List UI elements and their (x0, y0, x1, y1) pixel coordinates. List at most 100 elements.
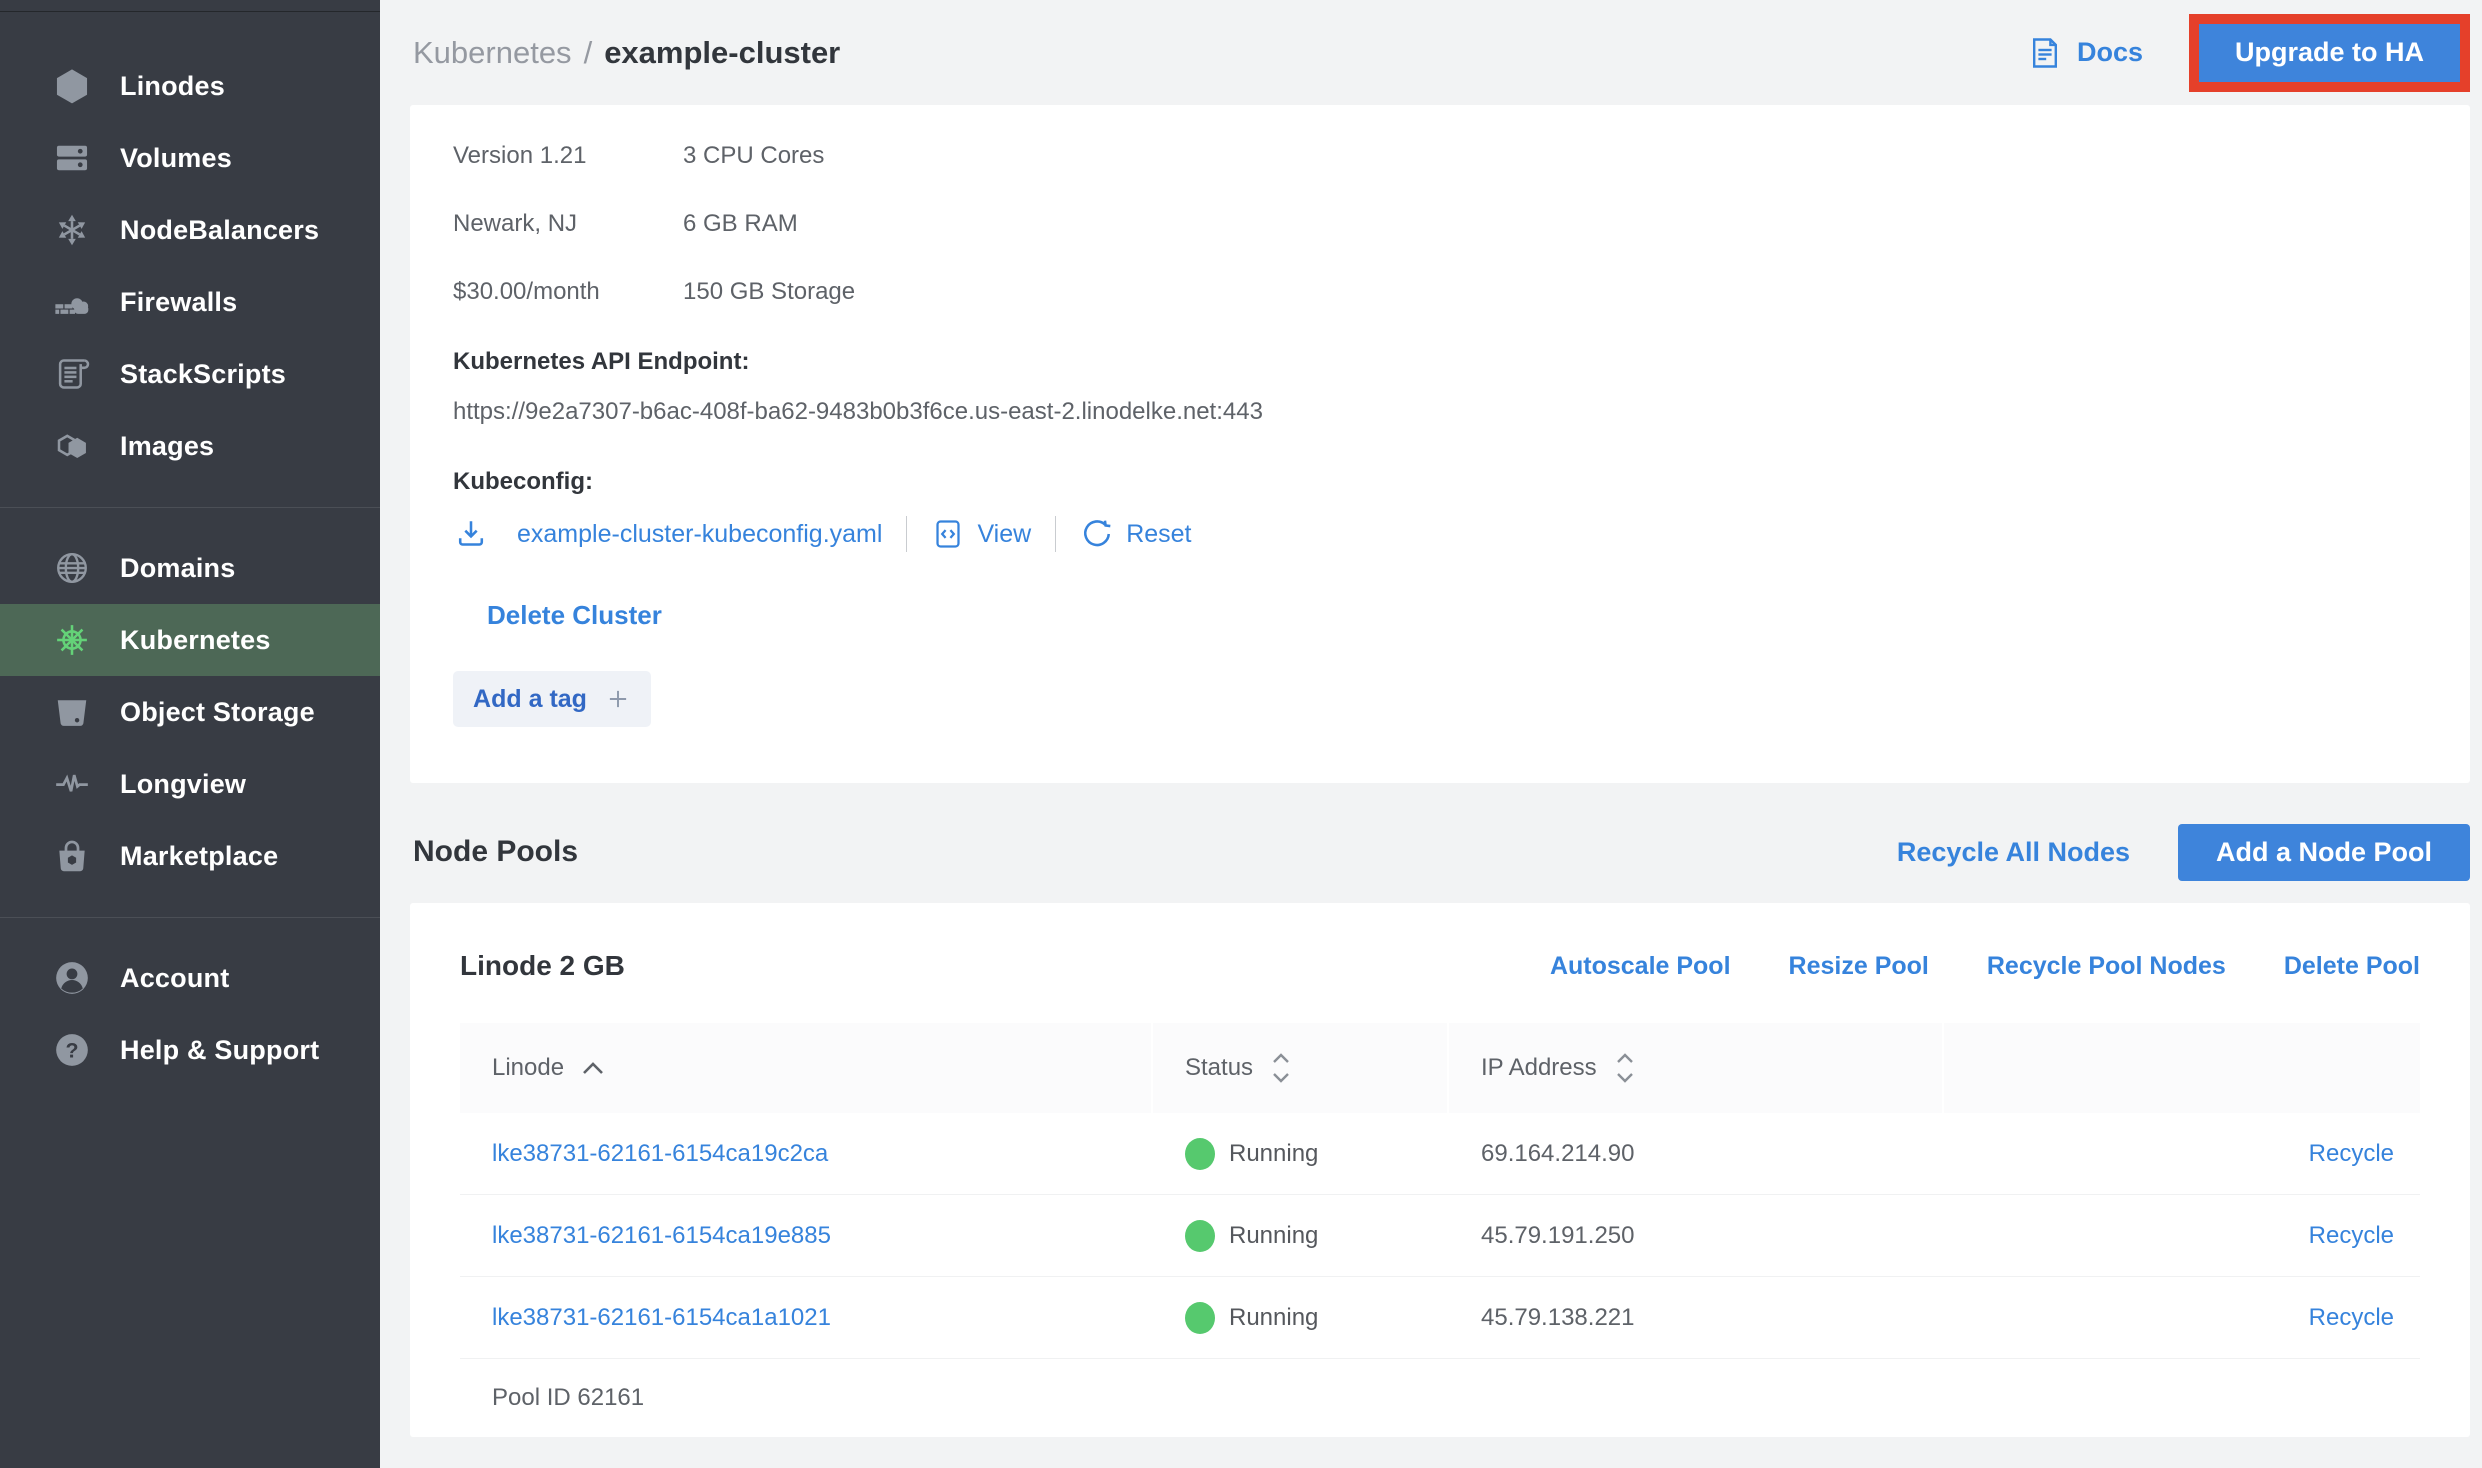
node-ip: 45.79.138.221 (1449, 1304, 1944, 1332)
pool-name: Linode 2 GB (460, 950, 625, 982)
status-running-dot (1185, 1302, 1215, 1334)
recycle-node-link[interactable]: Recycle (2309, 1222, 2394, 1250)
kubeconfig-filename: example-cluster-kubeconfig.yaml (517, 520, 882, 549)
sidebar-item-label: Domains (120, 553, 235, 584)
volumes-icon (52, 138, 92, 178)
images-icon (52, 426, 92, 466)
column-header-linode[interactable]: Linode (460, 1023, 1153, 1113)
sidebar-item-label: Images (120, 431, 214, 462)
node-pools-header: Node Pools Recycle All Nodes Add a Node … (380, 823, 2482, 881)
sidebar-item-firewalls[interactable]: Firewalls (0, 266, 380, 338)
kubernetes-icon (52, 620, 92, 660)
sort-ascending-icon (580, 1060, 606, 1076)
status-label: Running (1229, 1304, 1318, 1332)
sidebar-item-domains[interactable]: Domains (0, 532, 380, 604)
add-tag-label: Add a tag (473, 685, 587, 714)
cluster-cpu: 3 CPU Cores (683, 141, 1053, 170)
api-endpoint-url: https://9e2a7307-b6ac-408f-ba62-9483b0b3… (453, 398, 2427, 426)
table-row: lke38731-62161-6154ca19e885 Running 45.7… (460, 1195, 2420, 1277)
sidebar-item-label: StackScripts (120, 359, 286, 390)
recycle-node-link[interactable]: Recycle (2309, 1304, 2394, 1332)
reset-label: Reset (1126, 520, 1191, 549)
docs-link[interactable]: Docs (2027, 35, 2143, 71)
recycle-all-nodes-link[interactable]: Recycle All Nodes (1897, 837, 2130, 868)
account-icon (52, 958, 92, 998)
code-view-icon (931, 517, 965, 551)
linode-icon (52, 66, 92, 106)
node-ip: 45.79.191.250 (1449, 1222, 1944, 1250)
status-running-dot (1185, 1220, 1215, 1252)
column-header-status[interactable]: Status (1153, 1023, 1449, 1113)
firewalls-icon (52, 282, 92, 322)
cluster-storage: 150 GB Storage (683, 277, 1053, 306)
node-pools-title: Node Pools (413, 835, 578, 869)
bucket-icon (52, 692, 92, 732)
node-link[interactable]: lke38731-62161-6154ca1a1021 (492, 1304, 831, 1332)
sidebar-item-nodebalancers[interactable]: NodeBalancers (0, 194, 380, 266)
cluster-specs: Version 1.21 3 CPU Cores Newark, NJ 6 GB… (453, 141, 1053, 306)
sidebar-divider (0, 892, 380, 942)
column-label: IP Address (1481, 1054, 1597, 1082)
sidebar: Linodes Volumes (0, 0, 380, 1468)
column-label: Linode (492, 1054, 564, 1082)
column-label: Status (1185, 1054, 1253, 1082)
api-endpoint-label: Kubernetes API Endpoint: (453, 348, 2427, 376)
column-header-ip-address[interactable]: IP Address (1449, 1023, 1944, 1113)
node-link[interactable]: lke38731-62161-6154ca19c2ca (492, 1140, 828, 1168)
svg-text:?: ? (65, 1039, 78, 1063)
sidebar-item-object-storage[interactable]: Object Storage (0, 676, 380, 748)
kubeconfig-reset-link[interactable]: Reset (1080, 517, 1191, 551)
sidebar-item-label: Marketplace (120, 841, 278, 872)
cluster-summary-card: Version 1.21 3 CPU Cores Newark, NJ 6 GB… (410, 105, 2470, 783)
sidebar-top-strip (0, 0, 380, 12)
delete-pool-link[interactable]: Delete Pool (2284, 952, 2420, 981)
sidebar-item-label: Help & Support (120, 1035, 319, 1066)
breadcrumb-cluster-name: example-cluster (604, 35, 840, 71)
kubeconfig-view-link[interactable]: View (931, 517, 1031, 551)
add-tag-button[interactable]: Add a tag (453, 671, 651, 727)
sidebar-item-images[interactable]: Images (0, 410, 380, 482)
recycle-node-link[interactable]: Recycle (2309, 1140, 2394, 1168)
breadcrumb-separator: / (584, 35, 593, 71)
status-label: Running (1229, 1140, 1318, 1168)
sidebar-item-stackscripts[interactable]: StackScripts (0, 338, 380, 410)
pool-table-header: Linode Status IP Address (460, 1023, 2420, 1113)
sidebar-divider (0, 482, 380, 532)
delete-cluster-button[interactable]: Delete Cluster (487, 600, 662, 631)
kubeconfig-download-link[interactable]: example-cluster-kubeconfig.yaml (453, 516, 882, 552)
resize-pool-link[interactable]: Resize Pool (1789, 952, 1929, 981)
sidebar-item-volumes[interactable]: Volumes (0, 122, 380, 194)
autoscale-pool-link[interactable]: Autoscale Pool (1550, 952, 1731, 981)
table-row: lke38731-62161-6154ca19c2ca Running 69.1… (460, 1113, 2420, 1195)
upgrade-highlight-border: Upgrade to HA (2189, 14, 2470, 92)
breadcrumb-kubernetes-link[interactable]: Kubernetes (413, 35, 572, 71)
table-row: lke38731-62161-6154ca1a1021 Running 45.7… (460, 1277, 2420, 1359)
pulse-icon (52, 764, 92, 804)
main-content: Kubernetes / example-cluster Docs Upgrad… (380, 0, 2482, 1468)
shopping-bag-icon (52, 836, 92, 876)
question-icon: ? (52, 1030, 92, 1070)
status-running-dot (1185, 1138, 1215, 1170)
upgrade-to-ha-button[interactable]: Upgrade to HA (2199, 24, 2460, 82)
plus-icon (605, 686, 631, 712)
sidebar-item-kubernetes[interactable]: Kubernetes (0, 604, 380, 676)
cluster-price: $30.00/month (453, 277, 683, 306)
sidebar-item-account[interactable]: Account (0, 942, 380, 1014)
add-node-pool-button[interactable]: Add a Node Pool (2178, 824, 2470, 881)
sidebar-item-label: Kubernetes (120, 625, 271, 656)
sidebar-item-help-support[interactable]: ? Help & Support (0, 1014, 380, 1086)
sidebar-item-label: Firewalls (120, 287, 237, 318)
pool-header: Linode 2 GB Autoscale Pool Resize Pool R… (460, 933, 2420, 999)
sidebar-item-marketplace[interactable]: Marketplace (0, 820, 380, 892)
node-link[interactable]: lke38731-62161-6154ca19e885 (492, 1222, 831, 1250)
cluster-region: Newark, NJ (453, 209, 683, 238)
sidebar-item-linodes[interactable]: Linodes (0, 50, 380, 122)
sidebar-item-longview[interactable]: Longview (0, 748, 380, 820)
sort-both-icon (1613, 1050, 1637, 1086)
docs-icon (2027, 35, 2063, 71)
sidebar-item-label: NodeBalancers (120, 215, 319, 246)
pool-actions: Autoscale Pool Resize Pool Recycle Pool … (1550, 952, 2420, 981)
breadcrumb: Kubernetes / example-cluster (413, 35, 840, 71)
recycle-pool-nodes-link[interactable]: Recycle Pool Nodes (1987, 952, 2226, 981)
reset-refresh-icon (1080, 517, 1114, 551)
